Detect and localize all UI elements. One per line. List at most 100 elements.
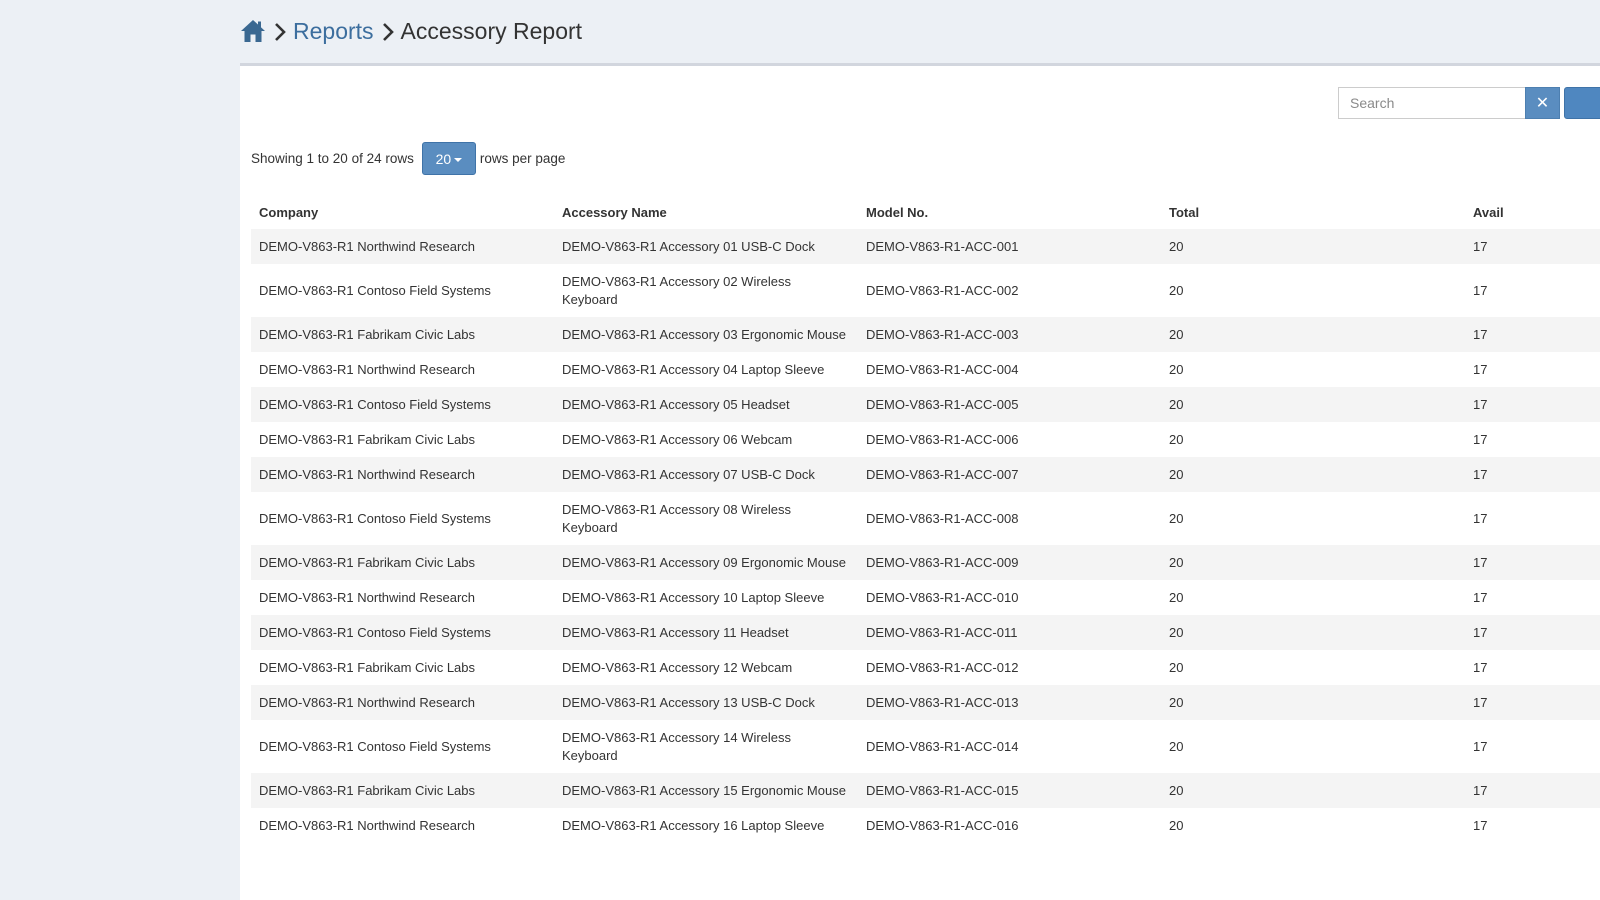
- cell-total: 20: [1169, 510, 1184, 526]
- cell-total: 20: [1169, 589, 1184, 605]
- cell-avail: 17: [1473, 431, 1488, 447]
- accessory-report-table: Company Accessory Name Model No. Total Avail…: [251, 195, 1600, 843]
- cell-accessory-name: DEMO-V863-R1 Accessory 02 Wireless Keybo…: [562, 273, 792, 307]
- table-row[interactable]: DEMO-V863-R1 Contoso Field Systems DEMO-V…: [251, 615, 1600, 650]
- cell-company: DEMO-V863-R1 Northwind Research: [259, 589, 476, 605]
- table-row[interactable]: DEMO-V863-R1 Contoso Field Systems DEMO-V…: [251, 720, 1600, 773]
- cell-avail: 17: [1473, 238, 1488, 254]
- cell-accessory-name: DEMO-V863-R1 Accessory 01 USB-C Dock: [562, 238, 815, 254]
- showing-rows-text: Showing 1 to 20 of 24 rows: [251, 151, 414, 166]
- cell-total: 20: [1169, 431, 1184, 447]
- table-row[interactable]: DEMO-V863-R1 Northwind Research DEMO-V863…: [251, 229, 1600, 264]
- cell-total: 20: [1169, 282, 1184, 298]
- cell-company: DEMO-V863-R1 Northwind Research: [259, 694, 476, 710]
- cell-company: DEMO-V863-R1 Northwind Research: [259, 466, 476, 482]
- cell-avail: 17: [1473, 326, 1488, 342]
- cell-total: 20: [1169, 361, 1184, 377]
- cell-company: DEMO-V863-R1 Fabrikam Civic Labs: [259, 554, 476, 570]
- cell-model-no: DEMO-V863-R1-ACC-012: [866, 659, 1019, 675]
- cell-model-no: DEMO-V863-R1-ACC-003: [866, 326, 1019, 342]
- column-header-accessory-name[interactable]: Accessory Name: [554, 195, 858, 229]
- cell-company: DEMO-V863-R1 Northwind Research: [259, 361, 476, 377]
- cell-model-no: DEMO-V863-R1-ACC-014: [866, 738, 1019, 754]
- home-icon[interactable]: [240, 18, 266, 44]
- cell-model-no: DEMO-V863-R1-ACC-008: [866, 510, 1019, 526]
- cell-accessory-name: DEMO-V863-R1 Accessory 08 Wireless Keybo…: [562, 501, 792, 535]
- cell-total: 20: [1169, 624, 1184, 640]
- table-row[interactable]: DEMO-V863-R1 Fabrikam Civic Labs DEMO-V86…: [251, 422, 1600, 457]
- cell-model-no: DEMO-V863-R1-ACC-005: [866, 396, 1019, 412]
- cell-company: DEMO-V863-R1 Contoso Field Systems: [259, 738, 491, 754]
- cell-total: 20: [1169, 238, 1184, 254]
- cell-total: 20: [1169, 782, 1184, 798]
- cell-accessory-name: DEMO-V863-R1 Accessory 14 Wireless Keybo…: [562, 729, 792, 763]
- close-icon: ✕: [1535, 95, 1550, 112]
- cell-avail: 17: [1473, 738, 1488, 754]
- page: Reports Accessory Report ✕ Showing 1 to …: [0, 0, 1600, 900]
- cell-avail: 17: [1473, 624, 1488, 640]
- cell-accessory-name: DEMO-V863-R1 Accessory 12 Webcam: [562, 659, 793, 675]
- cell-company: DEMO-V863-R1 Contoso Field Systems: [259, 396, 491, 412]
- table-row[interactable]: DEMO-V863-R1 Contoso Field Systems DEMO-V…: [251, 264, 1600, 317]
- cell-accessory-name: DEMO-V863-R1 Accessory 07 USB-C Dock: [562, 466, 815, 482]
- cell-company: DEMO-V863-R1 Contoso Field Systems: [259, 624, 491, 640]
- page-size-dropdown[interactable]: 20: [421, 142, 476, 175]
- cell-model-no: DEMO-V863-R1-ACC-013: [866, 694, 1019, 710]
- table-row[interactable]: DEMO-V863-R1 Fabrikam Civic Labs DEMO-V86…: [251, 650, 1600, 685]
- cell-model-no: DEMO-V863-R1-ACC-011: [866, 624, 1018, 640]
- clear-search-button[interactable]: ✕: [1525, 87, 1560, 119]
- cell-avail: 17: [1473, 554, 1488, 570]
- cell-total: 20: [1169, 659, 1184, 675]
- table-row[interactable]: DEMO-V863-R1 Contoso Field Systems DEMO-V…: [251, 492, 1600, 545]
- chevron-right-icon: [273, 21, 287, 41]
- report-box: ✕ Showing 1 to 20 of 24 rows 20 rows per…: [240, 63, 1600, 900]
- breadcrumb: Reports Accessory Report: [240, 14, 582, 48]
- cell-accessory-name: DEMO-V863-R1 Accessory 11 Headset: [562, 624, 789, 640]
- table-row[interactable]: DEMO-V863-R1 Contoso Field Systems DEMO-V…: [251, 387, 1600, 422]
- table-row[interactable]: DEMO-V863-R1 Northwind Research DEMO-V863…: [251, 352, 1600, 387]
- cell-model-no: DEMO-V863-R1-ACC-002: [866, 282, 1019, 298]
- cell-company: DEMO-V863-R1 Northwind Research: [259, 238, 476, 254]
- caret-down-icon: [454, 157, 463, 162]
- cell-total: 20: [1169, 738, 1184, 754]
- cell-total: 20: [1169, 326, 1184, 342]
- cell-avail: 17: [1473, 817, 1488, 833]
- cell-company: DEMO-V863-R1 Fabrikam Civic Labs: [259, 659, 476, 675]
- cell-company: DEMO-V863-R1 Fabrikam Civic Labs: [259, 431, 476, 447]
- cell-company: DEMO-V863-R1 Contoso Field Systems: [259, 510, 491, 526]
- pagination-info: Showing 1 to 20 of 24 rows 20 rows per p…: [251, 142, 565, 175]
- column-header-model-no[interactable]: Model No.: [858, 195, 1161, 229]
- cell-model-no: DEMO-V863-R1-ACC-006: [866, 431, 1019, 447]
- search-input[interactable]: [1338, 87, 1525, 119]
- column-header-avail[interactable]: Avail: [1465, 195, 1600, 229]
- cell-model-no: DEMO-V863-R1-ACC-015: [866, 782, 1019, 798]
- cell-total: 20: [1169, 694, 1184, 710]
- cell-accessory-name: DEMO-V863-R1 Accessory 09 Ergonomic Mous…: [562, 554, 846, 570]
- table-row[interactable]: DEMO-V863-R1 Northwind Research DEMO-V863…: [251, 580, 1600, 615]
- column-header-company[interactable]: Company: [251, 195, 554, 229]
- cell-accessory-name: DEMO-V863-R1 Accessory 06 Webcam: [562, 431, 793, 447]
- toolbar-button[interactable]: [1564, 87, 1600, 119]
- cell-company: DEMO-V863-R1 Fabrikam Civic Labs: [259, 326, 476, 342]
- chevron-right-icon: [381, 21, 395, 41]
- table-row[interactable]: DEMO-V863-R1 Northwind Research DEMO-V863…: [251, 457, 1600, 492]
- cell-accessory-name: DEMO-V863-R1 Accessory 04 Laptop Sleeve: [562, 361, 825, 377]
- cell-total: 20: [1169, 396, 1184, 412]
- table-row[interactable]: DEMO-V863-R1 Fabrikam Civic Labs DEMO-V86…: [251, 317, 1600, 352]
- cell-avail: 17: [1473, 466, 1488, 482]
- table-row[interactable]: DEMO-V863-R1 Northwind Research DEMO-V863…: [251, 685, 1600, 720]
- breadcrumb-reports-link[interactable]: Reports: [293, 18, 374, 45]
- table-header-row: Company Accessory Name Model No. Total Avail: [251, 195, 1600, 229]
- cell-model-no: DEMO-V863-R1-ACC-001: [866, 238, 1019, 254]
- cell-avail: 17: [1473, 589, 1488, 605]
- cell-avail: 17: [1473, 782, 1488, 798]
- table-row[interactable]: DEMO-V863-R1 Fabrikam Civic Labs DEMO-V86…: [251, 773, 1600, 808]
- cell-model-no: DEMO-V863-R1-ACC-007: [866, 466, 1019, 482]
- cell-avail: 17: [1473, 396, 1488, 412]
- cell-total: 20: [1169, 554, 1184, 570]
- table-row[interactable]: DEMO-V863-R1 Northwind Research DEMO-V863…: [251, 808, 1600, 843]
- column-header-total[interactable]: Total: [1161, 195, 1465, 229]
- rows-per-page-text: rows per page: [479, 151, 566, 166]
- table-row[interactable]: DEMO-V863-R1 Fabrikam Civic Labs DEMO-V86…: [251, 545, 1600, 580]
- cell-avail: 17: [1473, 694, 1488, 710]
